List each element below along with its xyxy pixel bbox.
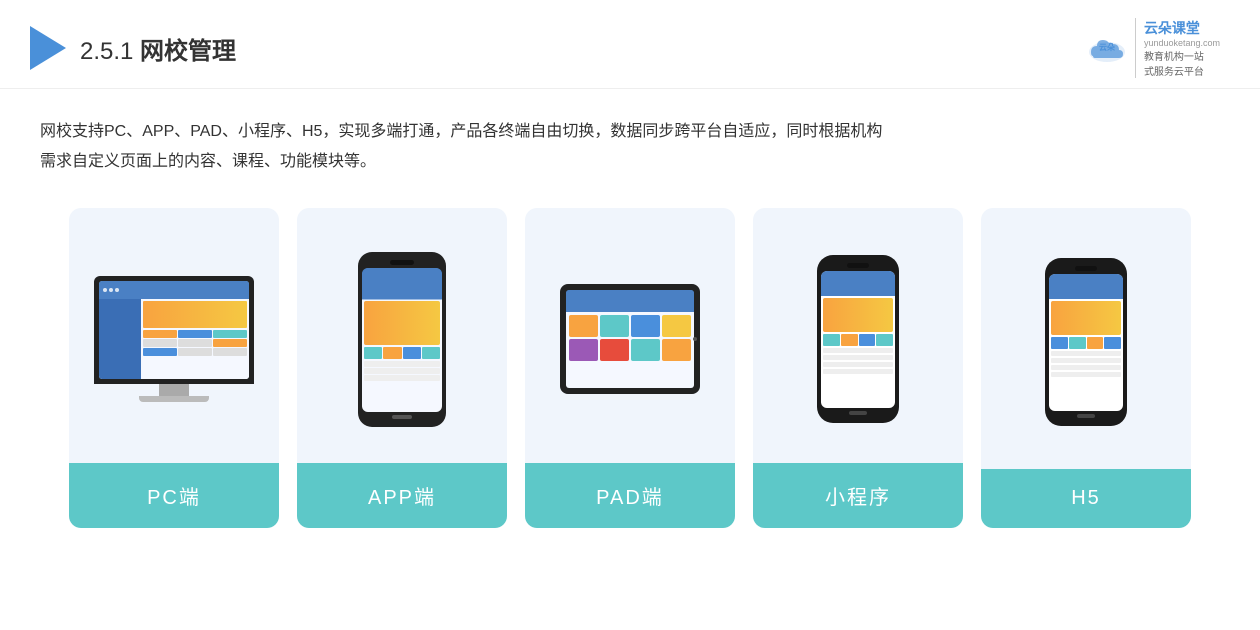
monitor-outer xyxy=(94,276,254,384)
card-pc: PC端 xyxy=(69,208,279,528)
card-miniapp-label: 小程序 xyxy=(753,463,963,528)
pad-outer xyxy=(560,284,700,394)
mockup-phone-app xyxy=(358,252,446,427)
cloud-icon: 云朵 xyxy=(1085,30,1129,66)
card-h5-body xyxy=(981,208,1191,469)
header-right: 云朵 云朵课堂 yunduoketang.com 教育机构一站 式服务云平台 xyxy=(1085,18,1220,78)
brand-logo: 云朵 云朵课堂 yunduoketang.com 教育机构一站 式服务云平台 xyxy=(1085,18,1220,78)
card-pc-label: PC端 xyxy=(69,463,279,528)
logo-triangle-icon xyxy=(30,26,66,70)
description-line2: 需求自定义页面上的内容、课程、功能模块等。 xyxy=(40,153,376,170)
card-pad: PAD端 xyxy=(525,208,735,528)
mockup-mini-phone-miniapp xyxy=(817,255,899,423)
description-block: 网校支持PC、APP、PAD、小程序、H5，实现多端打通，产品各终端自由切换，数… xyxy=(0,89,1260,198)
card-app-body xyxy=(297,208,507,463)
card-h5: H5 xyxy=(981,208,1191,528)
mockup-mini-phone-h5 xyxy=(1045,258,1127,426)
mockup-pad xyxy=(560,284,700,394)
header-left: 2.5.1 网校管理 xyxy=(30,26,236,70)
card-h5-label: H5 xyxy=(981,469,1191,528)
card-pc-body xyxy=(69,208,279,463)
mini-phone-outer-miniapp xyxy=(817,255,899,423)
logo-tagline: 教育机构一站 式服务云平台 xyxy=(1144,48,1204,78)
mockup-desktop xyxy=(94,276,254,402)
title-bold: 网校管理 xyxy=(140,38,236,65)
logo-url: yunduoketang.com xyxy=(1144,38,1220,48)
monitor-screen-content xyxy=(99,281,249,379)
logo-main-text: 云朵课堂 xyxy=(1144,18,1200,38)
card-miniapp: 小程序 xyxy=(753,208,963,528)
header: 2.5.1 网校管理 云朵 云朵课堂 yunduoketang.com 教育机构… xyxy=(0,0,1260,89)
monitor-screen xyxy=(99,281,249,379)
page-container: 2.5.1 网校管理 云朵 云朵课堂 yunduoketang.com 教育机构… xyxy=(0,0,1260,630)
card-pad-body xyxy=(525,208,735,463)
page-title: 2.5.1 网校管理 xyxy=(80,31,236,66)
mini-phone-outer-h5 xyxy=(1045,258,1127,426)
card-app-label: APP端 xyxy=(297,463,507,528)
title-prefix: 2.5.1 xyxy=(80,38,140,65)
description-line1: 网校支持PC、APP、PAD、小程序、H5，实现多端打通，产品各终端自由切换，数… xyxy=(40,123,882,140)
logo-text-block: 云朵课堂 yunduoketang.com 教育机构一站 式服务云平台 xyxy=(1135,18,1220,78)
cards-section: PC端 xyxy=(0,198,1260,558)
card-miniapp-body xyxy=(753,208,963,463)
svg-text:云朵: 云朵 xyxy=(1099,42,1115,52)
card-pad-label: PAD端 xyxy=(525,463,735,528)
phone-outer xyxy=(358,252,446,427)
card-app: APP端 xyxy=(297,208,507,528)
